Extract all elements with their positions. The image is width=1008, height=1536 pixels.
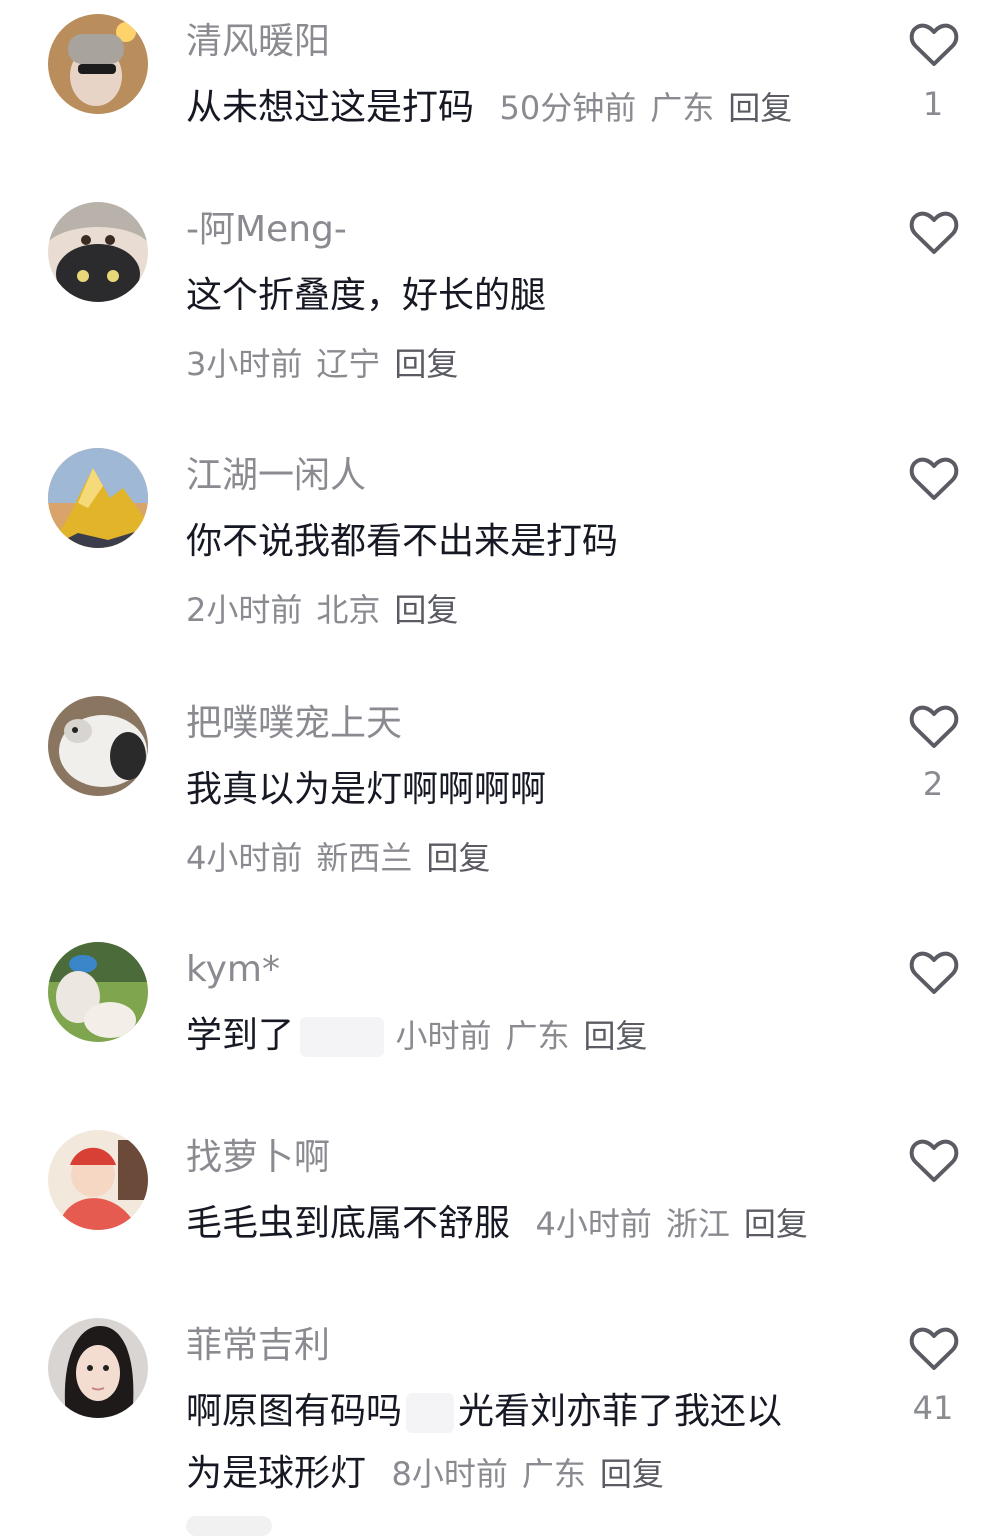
reply-button[interactable]: 回复 bbox=[394, 345, 458, 383]
comment-text: 毛毛虫到底属不舒服 bbox=[186, 1203, 511, 1244]
next-comment-stub bbox=[186, 1516, 272, 1536]
comment-body: 从未想过这是打码 50分钟前 广东 回复 bbox=[186, 84, 792, 132]
reply-button[interactable]: 回复 bbox=[728, 89, 792, 127]
comment-time: 50分钟前 bbox=[499, 89, 637, 127]
like-button[interactable] bbox=[906, 450, 962, 506]
comment-meta: 4小时前 浙江 回复 bbox=[521, 1205, 807, 1243]
like-button[interactable] bbox=[906, 698, 962, 754]
comment-body: 毛毛虫到底属不舒服 4小时前 浙江 回复 bbox=[186, 1200, 808, 1248]
comment-body: 学到了 小时前 广东 回复 bbox=[186, 1012, 648, 1060]
comment-location: 浙江 bbox=[665, 1205, 730, 1243]
comment-body: 啊原图有码吗 光看刘亦菲了我还以 bbox=[186, 1388, 782, 1436]
comment-text-end: 为是球形灯 bbox=[186, 1453, 367, 1494]
heart-outline-icon bbox=[909, 457, 959, 500]
comment-username[interactable]: 把噗噗宠上天 bbox=[186, 702, 402, 746]
avatar[interactable] bbox=[48, 1318, 148, 1418]
comment-username[interactable]: kym* bbox=[186, 948, 280, 992]
like-button[interactable] bbox=[906, 1132, 962, 1188]
comment-time: 小时前 bbox=[395, 1017, 492, 1055]
avatar[interactable] bbox=[48, 14, 148, 114]
comment-time: 3小时前 bbox=[186, 345, 303, 383]
comment-time: 8小时前 bbox=[391, 1455, 508, 1493]
heart-outline-icon bbox=[909, 23, 959, 66]
comment-location: 新西兰 bbox=[316, 839, 413, 877]
like-count: 2 bbox=[922, 765, 944, 803]
reply-button[interactable]: 回复 bbox=[600, 1455, 664, 1493]
like-button[interactable] bbox=[906, 944, 962, 1000]
like-count: 1 bbox=[922, 85, 944, 123]
like-button[interactable] bbox=[906, 1320, 962, 1376]
heart-outline-icon bbox=[909, 1139, 959, 1182]
like-button[interactable] bbox=[906, 204, 962, 260]
like-button[interactable] bbox=[906, 16, 962, 72]
comment-meta: 4小时前 新西兰 回复 bbox=[186, 836, 490, 880]
comment-text: 学到了 bbox=[186, 1015, 295, 1056]
comment-text: 啊原图有码吗 bbox=[186, 1391, 403, 1432]
comment-location: 广东 bbox=[650, 89, 715, 127]
reply-button[interactable]: 回复 bbox=[394, 591, 458, 629]
comment-username[interactable]: -阿Meng- bbox=[186, 208, 347, 252]
avatar[interactable] bbox=[48, 448, 148, 548]
heart-outline-icon bbox=[909, 211, 959, 254]
comment-text: 这个折叠度，好长的腿 bbox=[186, 275, 547, 316]
comment-username[interactable]: 江湖一闲人 bbox=[186, 454, 366, 498]
comment-body-line2: 为是球形灯 8小时前 广东 回复 bbox=[186, 1450, 664, 1498]
reply-button[interactable]: 回复 bbox=[584, 1017, 648, 1055]
comment-username[interactable]: 清风暖阳 bbox=[186, 20, 330, 64]
reply-button[interactable]: 回复 bbox=[744, 1205, 808, 1243]
avatar[interactable] bbox=[48, 1130, 148, 1230]
heart-outline-icon bbox=[909, 705, 959, 748]
comment-meta: 3小时前 辽宁 回复 bbox=[186, 342, 458, 386]
comment-location: 北京 bbox=[316, 591, 381, 629]
comment-username[interactable]: 菲常吉利 bbox=[186, 1324, 330, 1368]
comment-location: 辽宁 bbox=[316, 345, 381, 383]
comment-text-continued: 光看刘亦菲了我还以 bbox=[458, 1391, 783, 1432]
comment-meta: 8小时前 广东 回复 bbox=[377, 1455, 663, 1493]
heart-outline-icon bbox=[909, 951, 959, 994]
comment-text: 我真以为是灯啊啊啊啊 bbox=[186, 769, 547, 810]
heart-outline-icon bbox=[909, 1327, 959, 1370]
comment-meta: 50分钟前 广东 回复 bbox=[485, 89, 792, 127]
comment-time: 4小时前 bbox=[186, 839, 303, 877]
reply-button[interactable]: 回复 bbox=[426, 839, 490, 877]
comment-text: 你不说我都看不出来是打码 bbox=[186, 521, 619, 562]
comment-time: 2小时前 bbox=[186, 591, 303, 629]
comment-location: 广东 bbox=[505, 1017, 570, 1055]
comment-text: 从未想过这是打码 bbox=[186, 87, 475, 128]
avatar[interactable] bbox=[48, 202, 148, 302]
like-count: 41 bbox=[912, 1389, 954, 1427]
comment-time: 4小时前 bbox=[535, 1205, 652, 1243]
comment-location: 广东 bbox=[521, 1455, 586, 1493]
avatar[interactable] bbox=[48, 696, 148, 796]
comment-meta: 小时前 广东 回复 bbox=[395, 1017, 647, 1055]
avatar[interactable] bbox=[48, 942, 148, 1042]
comment-meta: 2小时前 北京 回复 bbox=[186, 588, 458, 632]
comment-username[interactable]: 找萝卜啊 bbox=[186, 1136, 330, 1180]
